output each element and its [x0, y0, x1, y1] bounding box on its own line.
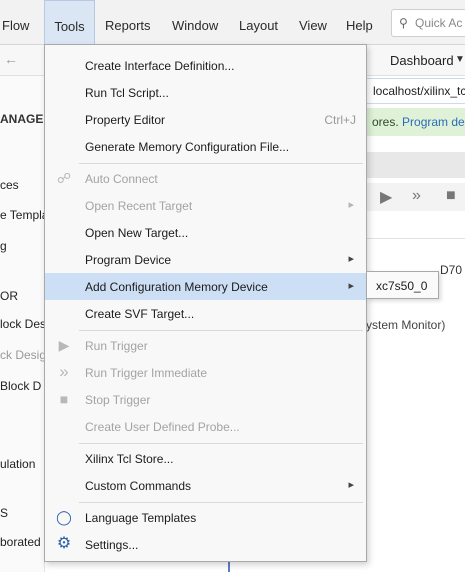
menubar: Flow Tools Reports Window Layout View He… [0, 0, 465, 45]
menu-item-run-tcl-script[interactable]: Run Tcl Script... [45, 79, 366, 106]
flow-item[interactable]: S [0, 506, 8, 520]
quick-access-placeholder: Quick Ac [415, 16, 463, 30]
flow-item[interactable]: Block D [0, 379, 41, 393]
menu-item-auto-connect[interactable]: ☍ Auto Connect [45, 165, 366, 192]
hardware-panel-header [366, 152, 465, 178]
menu-separator [79, 443, 363, 444]
menu-item-property-editor[interactable]: Property Editor Ctrl+J [45, 106, 366, 133]
menu-tools[interactable]: Tools [44, 0, 95, 44]
play-icon[interactable]: ▶ [380, 187, 392, 207]
menu-item-open-recent-target[interactable]: Open Recent Target ▸ [45, 192, 366, 219]
menu-item-create-user-defined-probe[interactable]: Create User Defined Probe... [45, 413, 366, 440]
config-memory-submenu: xc7s50_0 [366, 271, 439, 299]
menu-item-label: Program Device [85, 253, 172, 267]
menu-item-program-device[interactable]: Program Device ▸ [45, 246, 366, 273]
tools-menu: Create Interface Definition... Run Tcl S… [44, 44, 367, 562]
menu-item-label: Stop Trigger [85, 393, 151, 407]
menu-item-label: Run Tcl Script... [85, 86, 169, 100]
submenu-arrow-icon: ▸ [348, 253, 354, 265]
menu-item-custom-commands[interactable]: Custom Commands ▸ [45, 472, 366, 499]
menu-item-create-svf-target[interactable]: Create SVF Target... [45, 300, 366, 327]
menu-layout[interactable]: Layout [239, 0, 278, 44]
menu-separator [79, 502, 363, 503]
menu-reports[interactable]: Reports [105, 0, 151, 44]
menu-item-run-trigger-immediate[interactable]: » Run Trigger Immediate [45, 359, 366, 386]
menu-help[interactable]: Help [346, 0, 373, 44]
menu-separator [79, 163, 363, 164]
menu-item-label: Auto Connect [85, 172, 158, 186]
menu-item-label: Custom Commands [85, 479, 192, 493]
flow-navigator: ANAGER ces e Templa g OR lock Desi ck De… [0, 76, 52, 572]
hardware-target-address: localhost/xilinx_tcf [366, 78, 465, 104]
play-icon: ▶ [58, 337, 70, 353]
banner-text: ores. [372, 115, 399, 129]
menu-item-label: Add Configuration Memory Device [85, 280, 268, 294]
submenu-arrow-icon: ▸ [348, 280, 354, 292]
info-banner: ores. Program de [366, 108, 465, 136]
lightbulb-icon: ◯ [56, 509, 72, 525]
menu-item-label: Generate Memory Configuration File... [85, 140, 290, 154]
dashboard-selector[interactable]: Dashboard [390, 53, 454, 68]
menu-item-xilinx-tcl-store[interactable]: Xilinx Tcl Store... [45, 445, 366, 472]
divider [366, 238, 465, 239]
search-icon: ⚲ [399, 16, 408, 30]
menu-view[interactable]: View [299, 0, 327, 44]
menu-item-label: Open New Target... [85, 226, 189, 240]
hardware-toolbar: ▶ » ■ [366, 183, 465, 211]
plug-icon: ☍ [56, 170, 72, 186]
chevron-down-icon[interactable]: ▼ [455, 54, 465, 65]
flow-item[interactable]: lock Desi [0, 317, 49, 331]
flow-item[interactable]: ck Desig [0, 348, 46, 362]
menu-item-open-new-target[interactable]: Open New Target... [45, 219, 366, 246]
menu-item-label: Create SVF Target... [85, 307, 195, 321]
menu-separator [79, 330, 363, 331]
flow-item[interactable]: OR [0, 289, 18, 303]
submenu-arrow-icon: ▸ [348, 479, 354, 491]
menu-item-label: Settings... [85, 538, 139, 552]
submenu-item-xc7s50[interactable]: xc7s50_0 [376, 279, 427, 293]
fast-forward-icon: » [59, 362, 69, 381]
menu-item-label: Create User Defined Probe... [85, 420, 240, 434]
menu-item-settings[interactable]: ⚙ Settings... [45, 531, 366, 558]
menu-flow[interactable]: Flow [2, 0, 29, 44]
menu-window[interactable]: Window [172, 0, 218, 44]
gear-icon: ⚙ [56, 535, 72, 552]
menu-item-label: Open Recent Target [85, 199, 193, 213]
flow-item[interactable]: e Templa [0, 208, 48, 222]
quick-access-search[interactable]: ⚲ Quick Ac [391, 9, 465, 37]
menu-item-stop-trigger[interactable]: ■ Stop Trigger [45, 386, 366, 413]
stop-icon[interactable]: ■ [446, 187, 456, 205]
flow-item[interactable]: borated [0, 535, 41, 549]
menu-item-label: Create Interface Definition... [85, 59, 235, 73]
shortcut-label: Ctrl+J [324, 113, 356, 127]
stop-icon: ■ [59, 391, 69, 407]
program-device-link[interactable]: Program de [402, 115, 465, 129]
menu-item-label: Language Templates [85, 511, 197, 525]
flow-item[interactable]: g [0, 239, 7, 253]
system-monitor-text: ystem Monitor) [366, 318, 446, 332]
menu-item-label: Xilinx Tcl Store... [85, 452, 174, 466]
flow-item[interactable]: ulation [0, 457, 35, 471]
back-arrow-icon[interactable]: ← [4, 51, 18, 67]
hardware-device-name: D70 [440, 263, 463, 277]
flow-item[interactable]: ces [0, 178, 19, 192]
fast-forward-icon[interactable]: » [412, 187, 421, 205]
menu-item-create-interface-definition[interactable]: Create Interface Definition... [45, 52, 366, 79]
menu-item-label: Run Trigger Immediate [85, 366, 208, 380]
menu-item-add-config-memory-device[interactable]: Add Configuration Memory Device ▸ [45, 273, 366, 300]
menu-item-label: Run Trigger [85, 339, 148, 353]
submenu-arrow-icon: ▸ [348, 199, 354, 211]
menu-item-language-templates[interactable]: ◯ Language Templates [45, 504, 366, 531]
menu-item-generate-memory-config-file[interactable]: Generate Memory Configuration File... [45, 133, 366, 160]
menu-item-run-trigger[interactable]: ▶ Run Trigger [45, 332, 366, 359]
menu-item-label: Property Editor [85, 113, 166, 127]
